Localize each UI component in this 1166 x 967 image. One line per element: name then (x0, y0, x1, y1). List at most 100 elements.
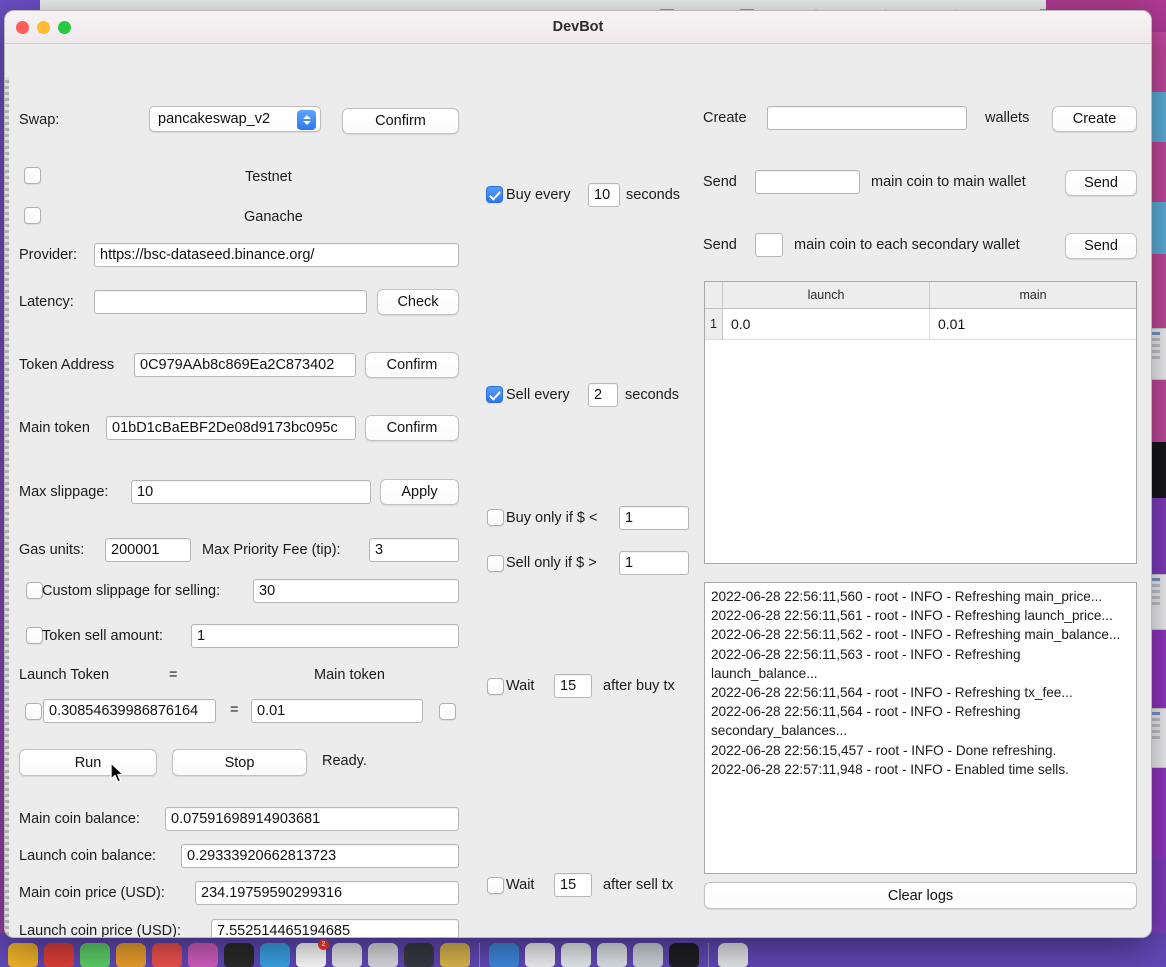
log-line: 2022-06-28 22:56:11,564 - root - INFO - … (711, 704, 1021, 739)
table-corner-cell (705, 282, 723, 308)
launch-rate-checkbox[interactable] (25, 703, 42, 720)
stop-button[interactable]: Stop (172, 749, 307, 776)
buy-only-if-input[interactable]: 1 (619, 506, 689, 530)
create-wallets-input[interactable] (767, 106, 967, 130)
launch-rate-input[interactable]: 0.30854639986876164 (43, 699, 216, 723)
minimize-icon[interactable] (37, 20, 50, 34)
sell-every-input[interactable]: 2 (588, 383, 618, 407)
wait-after-sell-label: Wait (506, 877, 535, 893)
mail-icon[interactable]: 2 (296, 939, 329, 967)
chat-icon[interactable] (489, 943, 519, 967)
send-main-button[interactable]: Send (1065, 170, 1137, 196)
update-values-button[interactable]: Update values (704, 937, 1137, 938)
token-sell-amount-input[interactable]: 1 (191, 624, 459, 648)
terminal-icon[interactable] (224, 943, 254, 967)
settings-icon[interactable] (669, 943, 699, 967)
testnet-label: Testnet (245, 169, 292, 185)
window-title: DevBot (552, 19, 604, 35)
create-wallets-button[interactable]: Create (1052, 106, 1137, 132)
music-player-icon[interactable] (633, 943, 663, 967)
latency-check-button[interactable]: Check (377, 289, 459, 315)
token-address-label: Token Address (19, 357, 115, 373)
table-header-row: launch main (705, 282, 1136, 309)
gas-units-label: Gas units: (19, 542, 85, 558)
sell-every-unit: seconds (625, 387, 680, 403)
max-slippage-apply-button[interactable]: Apply (380, 479, 459, 505)
max-priority-fee-input[interactable]: 3 (369, 538, 459, 562)
music-icon[interactable] (152, 943, 182, 967)
traffic-light-group (5, 20, 71, 34)
run-button[interactable]: Run (19, 749, 157, 776)
messages-icon[interactable] (80, 943, 110, 967)
swap-select[interactable]: pancakeswap_v2 (149, 106, 321, 132)
launch-coin-balance-value: 0.29333920662813723 (181, 844, 459, 868)
dock-separator (479, 943, 480, 967)
calendar-icon[interactable] (525, 943, 555, 967)
buy-every-checkbox[interactable] (486, 186, 503, 203)
buy-every-input[interactable]: 10 (588, 183, 620, 207)
custom-slippage-checkbox[interactable] (26, 582, 43, 599)
code-editor-icon[interactable] (404, 943, 434, 967)
table-column-main: main (1019, 288, 1047, 302)
wait-after-buy-checkbox[interactable] (487, 678, 504, 695)
wait-after-buy-input[interactable]: 15 (554, 674, 592, 698)
close-icon[interactable] (16, 20, 29, 34)
latency-input[interactable] (94, 290, 367, 314)
launch-coin-price-value: 7.552514465194685 (211, 919, 459, 937)
main-rate-checkbox[interactable] (439, 703, 456, 720)
sell-only-if-checkbox[interactable] (487, 555, 504, 572)
notes-icon[interactable] (116, 943, 146, 967)
wait-after-buy-suffix: after buy tx (603, 678, 675, 694)
preview-icon[interactable] (332, 943, 362, 967)
token-address-input[interactable]: 0C979AAb8c869Ea2C873402 (134, 353, 356, 377)
swap-confirm-button[interactable]: Confirm (342, 108, 459, 134)
send-main-input[interactable] (755, 170, 860, 194)
custom-slippage-input[interactable]: 30 (253, 579, 459, 603)
main-token-confirm-button[interactable]: Confirm (365, 415, 459, 441)
maximize-icon[interactable] (58, 20, 71, 34)
status-text: Ready. (322, 753, 367, 769)
log-output[interactable]: 2022-06-28 22:56:11,560 - root - INFO - … (704, 582, 1137, 874)
table-cell-launch: 0.0 (723, 309, 930, 339)
provider-input[interactable]: https://bsc-dataseed.binance.org/ (94, 243, 459, 267)
provider-label: Provider: (19, 247, 78, 263)
main-coin-balance-value: 0.07591698914903681 (165, 807, 459, 831)
swap-select-value: pancakeswap_v2 (158, 111, 271, 127)
max-slippage-input[interactable]: 10 (131, 480, 371, 504)
photos-icon[interactable] (188, 943, 218, 967)
wait-after-sell-input[interactable]: 15 (554, 873, 592, 897)
sell-every-checkbox[interactable] (486, 386, 503, 403)
folder-icon[interactable] (440, 943, 470, 967)
wait-after-sell-checkbox[interactable] (487, 877, 504, 894)
files-icon[interactable] (368, 943, 398, 967)
sell-only-if-input[interactable]: 1 (619, 551, 689, 575)
testnet-checkbox[interactable] (24, 167, 41, 184)
chevron-updown-icon (297, 110, 316, 130)
ganache-checkbox[interactable] (24, 207, 41, 224)
browser-icon[interactable] (44, 943, 74, 967)
trash-icon[interactable] (718, 943, 748, 967)
send-secondary-input[interactable] (755, 233, 783, 257)
token-sell-amount-checkbox[interactable] (26, 627, 43, 644)
wallet-balances-table[interactable]: launch main 1 0.0 0.01 (704, 281, 1137, 564)
finder-icon[interactable] (8, 943, 38, 967)
main-token-label: Main token (19, 420, 90, 436)
video-icon[interactable] (597, 943, 627, 967)
cloud-icon[interactable] (260, 943, 290, 967)
gas-units-input[interactable]: 200001 (105, 538, 191, 562)
macos-dock[interactable]: 2 (0, 933, 1166, 967)
main-rate-input[interactable]: 0.01 (251, 699, 423, 723)
buy-only-if-label: Buy only if $ < (506, 510, 598, 526)
clear-logs-button[interactable]: Clear logs (704, 882, 1137, 909)
window-left-edge (5, 77, 9, 937)
token-address-confirm-button[interactable]: Confirm (365, 352, 459, 378)
window-content: Swap: pancakeswap_v2 Confirm Testnet Gan… (5, 44, 1151, 938)
window-titlebar[interactable]: DevBot (5, 11, 1151, 44)
main-token-input[interactable]: 01bD1cBaEBF2De08d9173bc095c (106, 416, 356, 440)
buy-only-if-checkbox[interactable] (487, 509, 504, 526)
main-coin-price-value: 234.19759590299316 (195, 881, 459, 905)
send-secondary-button[interactable]: Send (1065, 233, 1137, 259)
maps-icon[interactable] (561, 943, 591, 967)
devbot-window: DevBot Swap: pancakeswap_v2 Confirm Test… (4, 10, 1152, 938)
table-row[interactable]: 1 0.0 0.01 (705, 309, 1136, 340)
